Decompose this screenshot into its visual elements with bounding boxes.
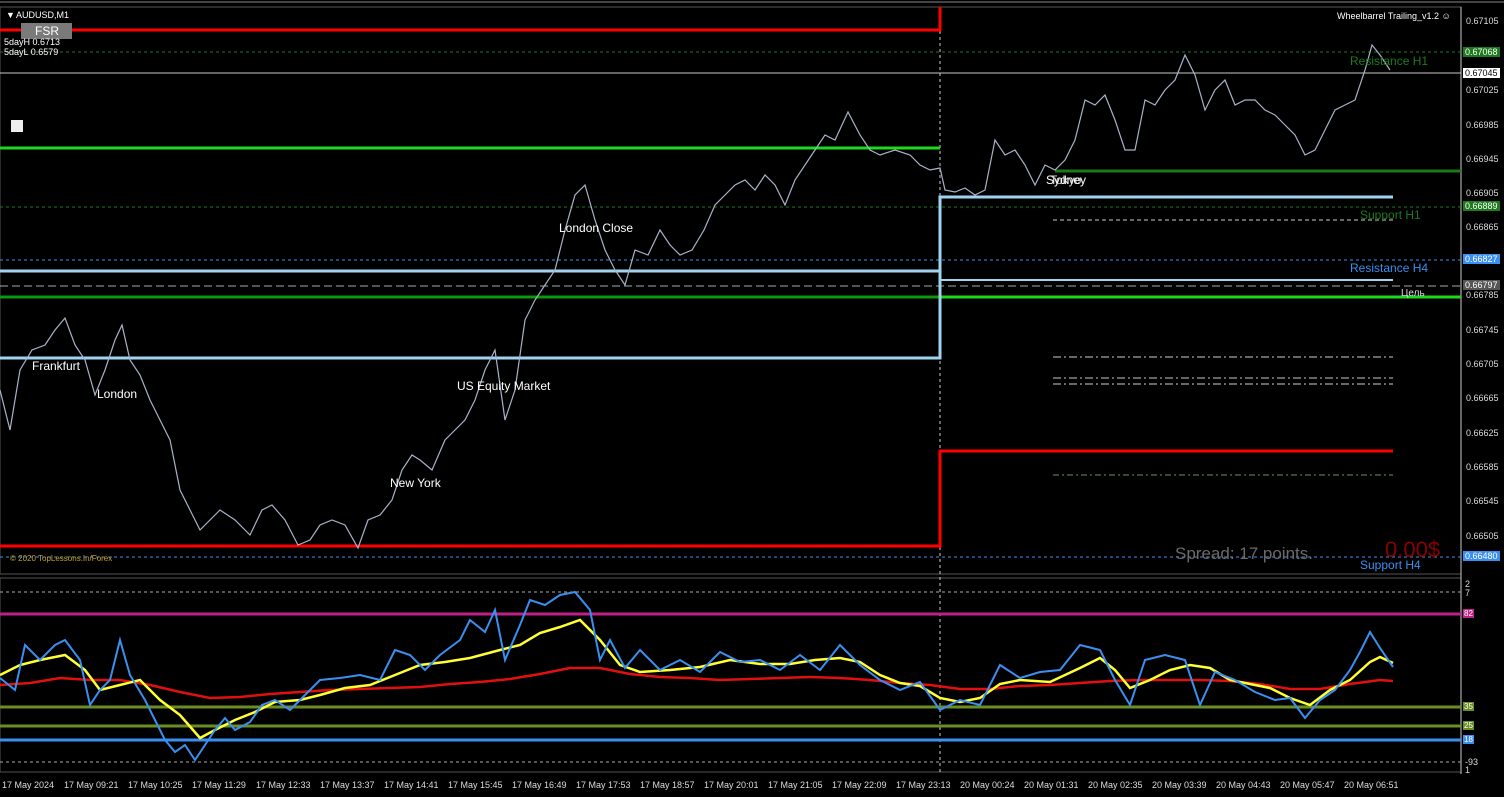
time-axis-label: 17 May 20:01 [704, 780, 759, 790]
copyright-label: © 2020 TopLessons.In/Forex [10, 554, 113, 563]
blue-level-step [0, 195, 1393, 360]
session-frankfurt: Frankfurt [32, 359, 81, 373]
time-axis-label: 20 May 04:43 [1216, 780, 1271, 790]
osc-red-line [0, 666, 1394, 700]
time-axis-label: 17 May 23:13 [896, 780, 951, 790]
price-tag-mid: 0.66797 [1463, 280, 1500, 290]
price-axis-label: 0.66865 [1466, 222, 1499, 232]
price-tag-current: 0.67045 [1463, 68, 1500, 78]
osc-blue-line [0, 590, 1394, 762]
five-day-high-line [0, 7, 942, 32]
time-axis-label: 17 May 14:41 [384, 780, 439, 790]
five-day-low-label: 5dayL 0.6579 [4, 47, 59, 57]
price-axis-label: 0.66785 [1466, 290, 1499, 300]
time-axis-label: 20 May 01:31 [1024, 780, 1079, 790]
spread-label: Spread: 17 points. [1175, 544, 1313, 563]
osc-tag-18: 18 [1463, 735, 1474, 744]
symbol-label: AUDUSD,M1 [16, 10, 70, 20]
osc-tag-82: 82 [1463, 609, 1474, 618]
session-london: London [97, 387, 138, 401]
price-axis-label: 0.67105 [1466, 16, 1499, 26]
osc-axis-bottom2: 1 [1465, 765, 1471, 775]
resistance-h1-label: Resistance H1 [1350, 54, 1429, 68]
price-axis-label: 0.66545 [1466, 496, 1499, 506]
price-tag-sup-h1: 0.66889 [1463, 201, 1500, 211]
main-chart-frame [0, 6, 1462, 575]
osc-axis-top2: 7 [1465, 588, 1471, 598]
time-axis-label: 17 May 15:45 [448, 780, 503, 790]
chart-canvas[interactable] [0, 0, 1504, 797]
time-axis-label: 17 May 09:21 [64, 780, 119, 790]
time-axis-label: 17 May 17:53 [576, 780, 631, 790]
price-tag-low: 0.66480 [1463, 551, 1500, 561]
price-axis-label: 0.66625 [1466, 428, 1499, 438]
time-axis-label: 20 May 03:39 [1152, 780, 1207, 790]
osc-tag-25: 25 [1463, 721, 1474, 730]
time-axis-label: 17 May 11:29 [192, 780, 246, 790]
price-axis-label: 0.66905 [1466, 188, 1499, 198]
time-axis-label: 17 May 22:09 [832, 780, 887, 790]
resistance-h4-label: Resistance H4 [1350, 261, 1429, 275]
profit-label: 0.00$ [1385, 537, 1441, 562]
price-axis-label: 0.66585 [1466, 462, 1499, 472]
time-axis-label: 20 May 02:35 [1088, 780, 1143, 790]
time-axis-label: 20 May 06:51 [1344, 780, 1399, 790]
price-axis-label: 0.66745 [1466, 325, 1499, 335]
price-tag-res-h1: 0.67068 [1463, 47, 1500, 57]
five-day-low-line [0, 449, 1393, 548]
price-axis-label: 0.66665 [1466, 393, 1499, 403]
time-axis-label: 17 May 16:49 [512, 780, 567, 790]
session-new-york: New York [390, 476, 441, 490]
price-axis-label: 0.66985 [1466, 120, 1499, 130]
time-axis-label: 20 May 00:24 [960, 780, 1015, 790]
price-tag-res-h4: 0.66827 [1463, 254, 1500, 264]
price-axis-label: 0.66945 [1466, 154, 1499, 164]
time-axis-label: 17 May 18:57 [640, 780, 695, 790]
time-axis-label: 20 May 05:47 [1280, 780, 1335, 790]
five-day-high-label: 5dayH 0.6713 [4, 37, 61, 47]
target-label: Цель [1401, 288, 1425, 299]
dropdown-triangle-icon[interactable]: ▼ [6, 10, 15, 20]
indicator-name-label: Wheelbarrel Trailing_v1.2 ☺ [1337, 11, 1451, 21]
session-us-equity: US Equity Market [457, 379, 551, 393]
white-square-button[interactable] [11, 120, 23, 132]
price-axis-label: 0.66505 [1466, 531, 1499, 541]
time-axis-label: 17 May 21:05 [768, 780, 823, 790]
time-axis-label: 17 May 13:37 [320, 780, 375, 790]
support-h1-label: Support H1 [1360, 208, 1421, 222]
time-axis-label: 17 May 2024 [2, 780, 55, 790]
session-tokyo: Tokyo [1050, 173, 1082, 187]
osc-tag-35: 35 [1463, 702, 1474, 711]
oscillator-frame [0, 577, 1462, 773]
price-axis-label: 0.66705 [1466, 359, 1499, 369]
price-axis-label: 0.67025 [1466, 85, 1499, 95]
time-axis-label: 17 May 12:33 [256, 780, 311, 790]
time-axis-label: 17 May 10:25 [128, 780, 183, 790]
session-london-close: London Close [559, 221, 634, 235]
